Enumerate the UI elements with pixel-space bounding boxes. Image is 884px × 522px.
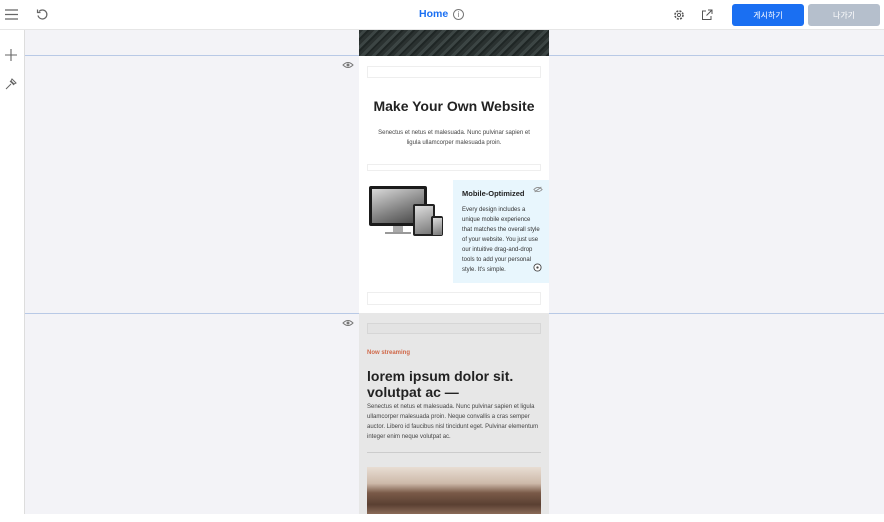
settings-icon[interactable] [672, 8, 686, 22]
devices-image[interactable] [369, 186, 445, 238]
left-sidebar [0, 30, 25, 516]
bottom-edge [0, 514, 884, 522]
section-divider [367, 452, 541, 453]
hero-subtitle[interactable]: Senectus et netus et malesuada. Nunc pul… [371, 128, 537, 148]
info-icon[interactable]: i [453, 8, 465, 20]
undo-icon[interactable] [35, 7, 49, 21]
visibility-eye-icon[interactable] [342, 319, 354, 327]
interior-photo[interactable] [367, 467, 541, 514]
mobile-page-preview: Make Your Own Website Senectus et netus … [359, 30, 549, 514]
hero-heading[interactable]: Make Your Own Website [359, 98, 549, 114]
external-link-icon[interactable] [700, 8, 714, 22]
visibility-eye-icon[interactable] [342, 61, 354, 69]
publish-button[interactable]: 게시하기 [732, 4, 804, 26]
hero-keyboard-image [359, 30, 549, 56]
drag-handle-icon[interactable] [533, 263, 542, 272]
section-kicker[interactable]: Now streaming [367, 350, 410, 356]
section-paragraph[interactable]: Senectus et netus et malesuada. Nunc pul… [367, 402, 543, 442]
top-toolbar: Home i 게시하기 나가기 [0, 0, 884, 30]
design-tools-icon[interactable] [4, 77, 18, 91]
add-icon[interactable] [4, 48, 18, 62]
exit-button[interactable]: 나가기 [808, 4, 880, 26]
page-title-text: Home [419, 8, 449, 20]
empty-block-placeholder[interactable] [367, 292, 541, 305]
feature-title: Mobile-Optimized [462, 189, 525, 198]
phone-graphic [431, 216, 443, 236]
feature-body: Every design includes a unique mobile ex… [462, 207, 540, 273]
empty-block-placeholder[interactable] [367, 164, 541, 171]
editor-canvas[interactable]: Make Your Own Website Senectus et netus … [25, 30, 884, 514]
empty-block-placeholder[interactable] [367, 323, 541, 334]
page-title[interactable]: Home i [419, 8, 465, 20]
hidden-eye-icon[interactable] [533, 186, 543, 193]
section-heading[interactable]: lorem ipsum dolor sit. volutpat ac — [367, 368, 543, 400]
menu-icon[interactable] [4, 7, 18, 21]
monitor-base [385, 232, 411, 234]
feature-text-box[interactable]: Mobile-Optimized Every design includes a… [453, 180, 549, 283]
streaming-section[interactable]: Now streaming lorem ipsum dolor sit. vol… [359, 313, 549, 514]
empty-block-placeholder[interactable] [367, 66, 541, 78]
